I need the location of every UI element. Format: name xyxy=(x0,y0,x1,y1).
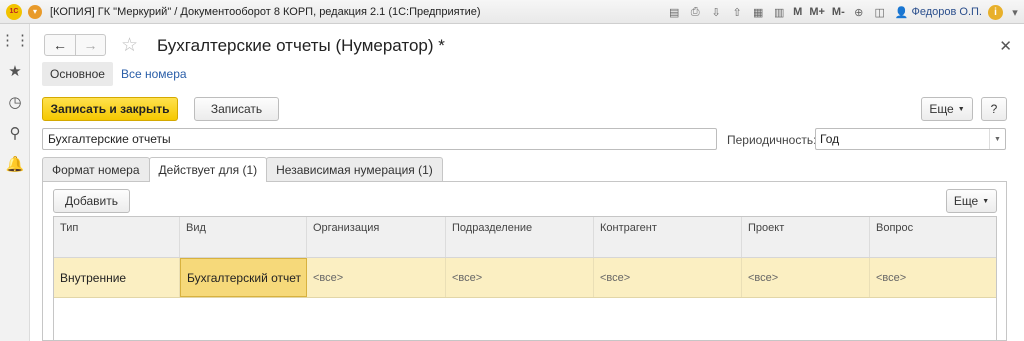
sections-sidebar: ⋮⋮ ★ ◷ ⚲ 🔔 xyxy=(0,24,30,341)
history-icon[interactable]: ◷ xyxy=(0,86,30,117)
window-title: [КОПИЯ] ГК "Меркурий" / Документооборот … xyxy=(50,5,481,18)
command-bar: Записать и закрыть Записать Еще ▼ ? xyxy=(42,97,1007,121)
save-button[interactable]: Записать xyxy=(194,97,279,121)
notifications-bell-icon[interactable]: 🔔 xyxy=(0,148,30,179)
memory-plus-button[interactable]: M+ xyxy=(807,3,827,21)
panel-toggle-icon[interactable]: ◫ xyxy=(871,3,889,21)
column-header-kind[interactable]: Вид xyxy=(180,217,307,257)
tab-applies-to[interactable]: Действует для (1) xyxy=(148,157,268,182)
more-button[interactable]: Еще ▼ xyxy=(921,97,973,121)
cell-type[interactable]: Внутренние xyxy=(54,258,180,297)
table-header: Тип Вид Организация Подразделение Контра… xyxy=(54,217,996,258)
print-icon[interactable]: ⎙ xyxy=(686,3,704,21)
search-icon[interactable]: ⚲ xyxy=(0,117,30,148)
current-user[interactable]: 👤 Федоров О.П. xyxy=(895,6,982,19)
column-header-type[interactable]: Тип xyxy=(54,217,180,257)
periodicity-label: Периодичность: xyxy=(727,133,817,147)
save-and-close-button[interactable]: Записать и закрыть xyxy=(42,97,178,121)
help-button[interactable]: ? xyxy=(981,97,1007,121)
cell-project[interactable]: <все> xyxy=(742,258,870,297)
tab-panel-applies-to: Добавить Еще ▼ Тип Вид Организация Подра… xyxy=(42,181,1007,341)
download-icon[interactable]: ⇩ xyxy=(707,3,725,21)
dropdown-arrow-icon[interactable]: ▼ xyxy=(989,129,1005,149)
page-title: Бухгалтерские отчеты (Нумератор) * xyxy=(157,36,445,55)
apps-grid-icon[interactable]: ⋮⋮ xyxy=(0,24,30,55)
close-icon[interactable]: ✕ xyxy=(999,37,1012,55)
column-header-question[interactable]: Вопрос xyxy=(870,217,996,257)
calculator-icon[interactable]: ▥ xyxy=(770,3,788,21)
numerator-form: ← → ☆ Бухгалтерские отчеты (Нумератор) *… xyxy=(30,24,1024,341)
forward-arrow-icon[interactable]: → xyxy=(75,35,105,55)
memory-minus-button[interactable]: M- xyxy=(830,3,847,21)
section-all-numbers[interactable]: Все номера xyxy=(113,62,195,86)
navigation-buttons: ← → xyxy=(44,34,106,56)
table-more-label: Еще xyxy=(953,194,979,208)
upload-icon[interactable]: ⇧ xyxy=(728,3,746,21)
cell-department[interactable]: <все> xyxy=(446,258,594,297)
section-main[interactable]: Основное xyxy=(42,62,113,86)
memory-m-button[interactable]: M xyxy=(791,3,804,21)
calendar-icon[interactable]: ▦ xyxy=(749,3,767,21)
chevron-down-icon: ▼ xyxy=(957,105,965,113)
add-favorite-star-icon[interactable]: ☆ xyxy=(121,34,138,57)
window-menu-icon[interactable]: ▾ xyxy=(1006,3,1024,21)
form-tabs: Формат номера Действует для (1) Независи… xyxy=(42,157,443,182)
column-header-department[interactable]: Подразделение xyxy=(446,217,594,257)
add-button[interactable]: Добавить xyxy=(53,189,130,213)
zoom-icon[interactable]: ⊕ xyxy=(850,3,868,21)
tab-number-format[interactable]: Формат номера xyxy=(42,157,150,181)
app-logo-icon: 1С xyxy=(6,3,22,20)
cell-question[interactable]: <все> xyxy=(870,258,996,297)
applies-to-table: Тип Вид Организация Подразделение Контра… xyxy=(53,216,997,341)
column-header-counterparty[interactable]: Контрагент xyxy=(594,217,742,257)
tab-independent-numbering[interactable]: Независимая нумерация (1) xyxy=(266,157,443,181)
cell-organization[interactable]: <все> xyxy=(307,258,446,297)
window-titlebar: 1С ▾ [КОПИЯ] ГК "Меркурий" / Документооб… xyxy=(0,0,1024,24)
user-name: Федоров О.П. xyxy=(911,6,983,18)
table-row[interactable]: Внутренние Бухгалтерский отчет <все> <вс… xyxy=(54,258,996,298)
column-header-project[interactable]: Проект xyxy=(742,217,870,257)
column-header-organization[interactable]: Организация xyxy=(307,217,446,257)
table-more-button[interactable]: Еще ▼ xyxy=(946,189,997,213)
periodicity-value: Год xyxy=(820,132,840,146)
user-icon: 👤 xyxy=(894,6,912,19)
chevron-down-icon: ▼ xyxy=(982,197,990,205)
more-label: Еще xyxy=(929,102,954,116)
cell-counterparty[interactable]: <все> xyxy=(594,258,742,297)
form-sections: Основное Все номера xyxy=(42,62,195,86)
info-icon[interactable]: i xyxy=(988,4,1003,20)
periodicity-select[interactable]: Год ▼ xyxy=(815,128,1006,150)
titlebar-tools: ▤ ⎙ ⇩ ⇧ ▦ ▥ M M+ M- ⊕ ◫ 👤 Федоров О.П. i… xyxy=(662,0,1024,24)
name-input[interactable]: Бухгалтерские отчеты xyxy=(42,128,717,150)
main-menu-icon[interactable]: ▾ xyxy=(28,4,42,19)
back-arrow-icon[interactable]: ← xyxy=(45,35,75,55)
favorites-star-icon[interactable]: ★ xyxy=(0,55,30,86)
save-icon[interactable]: ▤ xyxy=(665,3,683,21)
cell-kind[interactable]: Бухгалтерский отчет xyxy=(180,258,307,297)
